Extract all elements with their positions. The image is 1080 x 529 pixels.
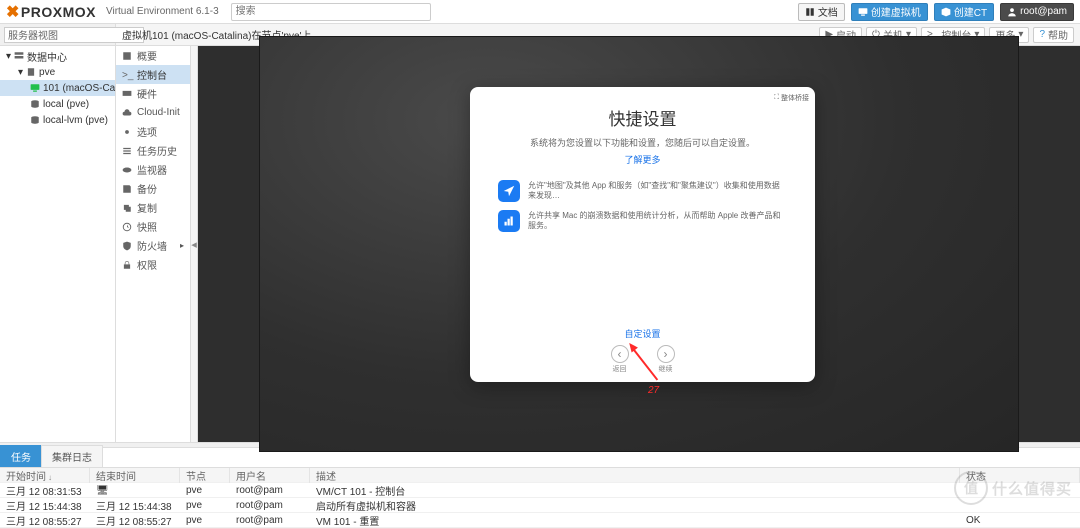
mac-back-button[interactable]: ‹返回 — [611, 345, 629, 374]
save-icon — [122, 184, 132, 194]
logo-text: PROXMOX — [21, 4, 96, 20]
sort-desc-icon: ↓ — [48, 473, 52, 482]
col-start[interactable]: 开始时间↓ — [0, 468, 90, 483]
tree-storage-local-lvm[interactable]: local-lvm (pve) — [0, 112, 115, 128]
caret-icon: ▾ — [6, 51, 11, 62]
docs-label: 文档 — [818, 4, 838, 19]
monitor-icon: 🖥 — [96, 485, 109, 496]
col-node[interactable]: 节点 — [180, 468, 230, 483]
help-icon: ? — [1039, 29, 1045, 40]
history-icon — [122, 222, 132, 232]
help-button[interactable]: ?帮助 — [1033, 27, 1074, 43]
menu-summary[interactable]: 概要 — [116, 46, 190, 65]
menu-snapshot[interactable]: 快照 — [116, 217, 190, 236]
task-row[interactable]: 三月 12 08:55:27三月 12 08:55:27pveroot@pamV… — [0, 513, 1080, 528]
mac-title: 快捷设置 — [470, 87, 815, 130]
eye-icon — [122, 165, 132, 175]
user-menu[interactable]: root@pam — [1000, 3, 1074, 21]
resource-tree: ▾数据中心 ▾pve 101 (macOS-Catalina) local (p… — [0, 46, 116, 442]
vnc-screen[interactable]: ⛶整体桥接 快捷设置 系统将为您设置以下功能和设置，您随后可以自定设置。 了解更… — [259, 36, 1019, 452]
create-vm-label: 创建虚拟机 — [871, 4, 921, 19]
monitor-icon — [858, 7, 868, 17]
mac-learn-more[interactable]: 了解更多 — [470, 153, 815, 166]
chevron-down-icon: ▾ — [1018, 29, 1023, 40]
menu-monitor[interactable]: 监视器 — [116, 160, 190, 179]
tree-datacenter[interactable]: ▾数据中心 — [0, 48, 115, 64]
view-selector[interactable] — [0, 24, 116, 45]
create-ct-button[interactable]: 创建CT — [934, 3, 994, 21]
create-vm-button[interactable]: 创建虚拟机 — [851, 3, 928, 21]
arrow-left-icon: ‹ — [611, 345, 629, 363]
cloud-icon — [122, 108, 132, 118]
mac-customize[interactable]: 自定设置 — [470, 327, 815, 340]
mac-setup-dialog: ⛶整体桥接 快捷设置 系统将为您设置以下功能和设置，您随后可以自定设置。 了解更… — [470, 87, 815, 382]
search-input[interactable] — [231, 3, 431, 21]
log-pane: 任务 集群日志 开始时间↓ 结束时间 节点 用户名 描述 状态 三月 12 08… — [0, 448, 1080, 529]
arrow-right-icon: › — [657, 345, 675, 363]
terminal-icon: >_ — [122, 70, 132, 80]
chevron-right-icon: ▸ — [180, 241, 184, 250]
tree-node-pve[interactable]: ▾pve — [0, 64, 115, 80]
col-desc[interactable]: 描述 — [310, 468, 960, 483]
user-icon — [1007, 7, 1017, 17]
body: ▾数据中心 ▾pve 101 (macOS-Catalina) local (p… — [0, 46, 1080, 442]
mac-row-location: 允许"地图"及其他 App 和服务（如"查找"和"聚焦建议"）收集和使用数据来发… — [498, 180, 787, 202]
user-label: root@pam — [1020, 6, 1067, 17]
building-icon — [26, 67, 36, 77]
annotation-label: 27 — [648, 385, 659, 396]
version-label: Virtual Environment 6.1-3 — [106, 6, 219, 17]
monitor-icon — [30, 83, 40, 93]
menu-cloudinit[interactable]: Cloud-Init — [116, 103, 190, 122]
menu-replication[interactable]: 复制 — [116, 198, 190, 217]
caret-icon: ▾ — [18, 67, 23, 78]
task-row[interactable]: 三月 12 08:31:53🖥pveroot@pamVM/CT 101 - 控制… — [0, 483, 1080, 498]
create-ct-label: 创建CT — [954, 4, 987, 19]
top-bar: ✖ PROXMOX Virtual Environment 6.1-3 文档 创… — [0, 0, 1080, 24]
disk-icon — [30, 115, 40, 125]
menu-permissions[interactable]: 权限 — [116, 255, 190, 274]
chart-icon — [498, 210, 520, 232]
menu-console[interactable]: >_控制台 — [116, 65, 190, 84]
book-icon — [805, 7, 815, 17]
gear-icon — [122, 127, 132, 137]
mac-row2-text: 允许共享 Mac 的崩溃数据和使用统计分析，从而帮助 Apple 改善产品和服务… — [528, 211, 787, 232]
shield-icon — [122, 241, 132, 251]
menu-hardware[interactable]: 硬件 — [116, 84, 190, 103]
lock-icon — [122, 260, 132, 270]
menu-backup[interactable]: 备份 — [116, 179, 190, 198]
tree-storage-local[interactable]: local (pve) — [0, 96, 115, 112]
grid-header: 开始时间↓ 结束时间 节点 用户名 描述 状态 — [0, 468, 1080, 483]
collapse-handle[interactable]: ◂ — [191, 46, 198, 442]
tab-cluster-log[interactable]: 集群日志 — [41, 445, 103, 467]
logo-x-icon: ✖ — [6, 2, 20, 22]
logo: ✖ PROXMOX — [6, 2, 96, 22]
col-end[interactable]: 结束时间 — [90, 468, 180, 483]
console-area: ⛶整体桥接 快捷设置 系统将为您设置以下功能和设置，您随后可以自定设置。 了解更… — [198, 46, 1080, 442]
col-user[interactable]: 用户名 — [230, 468, 310, 483]
disk-icon — [30, 99, 40, 109]
vm-menu: 概要 >_控制台 硬件 Cloud-Init 选项 任务历史 监视器 备份 复制… — [116, 46, 191, 442]
tab-tasks[interactable]: 任务 — [0, 445, 42, 467]
note-icon — [122, 51, 132, 61]
list-icon — [122, 146, 132, 156]
menu-options[interactable]: 选项 — [116, 122, 190, 141]
tree-vm-101[interactable]: 101 (macOS-Catalina) — [0, 80, 115, 96]
task-grid: 开始时间↓ 结束时间 节点 用户名 描述 状态 三月 12 08:31:53🖥p… — [0, 468, 1080, 529]
col-status[interactable]: 状态 — [960, 468, 1080, 483]
monitor-icon — [122, 89, 132, 99]
copy-icon — [122, 203, 132, 213]
menu-taskhist[interactable]: 任务历史 — [116, 141, 190, 160]
fullscreen-badge[interactable]: ⛶整体桥接 — [774, 93, 809, 103]
mac-continue-button[interactable]: ›继续 — [657, 345, 675, 374]
cube-icon — [941, 7, 951, 17]
menu-firewall[interactable]: 防火墙▸ — [116, 236, 190, 255]
server-icon — [14, 51, 24, 61]
task-row[interactable]: 三月 12 15:44:38三月 12 15:44:38pveroot@pam启… — [0, 498, 1080, 513]
mac-row1-text: 允许"地图"及其他 App 和服务（如"查找"和"聚焦建议"）收集和使用数据来发… — [528, 181, 787, 202]
location-icon — [498, 180, 520, 202]
mac-row-analytics: 允许共享 Mac 的崩溃数据和使用统计分析，从而帮助 Apple 改善产品和服务… — [498, 210, 787, 232]
docs-button[interactable]: 文档 — [798, 3, 845, 21]
mac-subtitle: 系统将为您设置以下功能和设置，您随后可以自定设置。 — [470, 136, 815, 149]
